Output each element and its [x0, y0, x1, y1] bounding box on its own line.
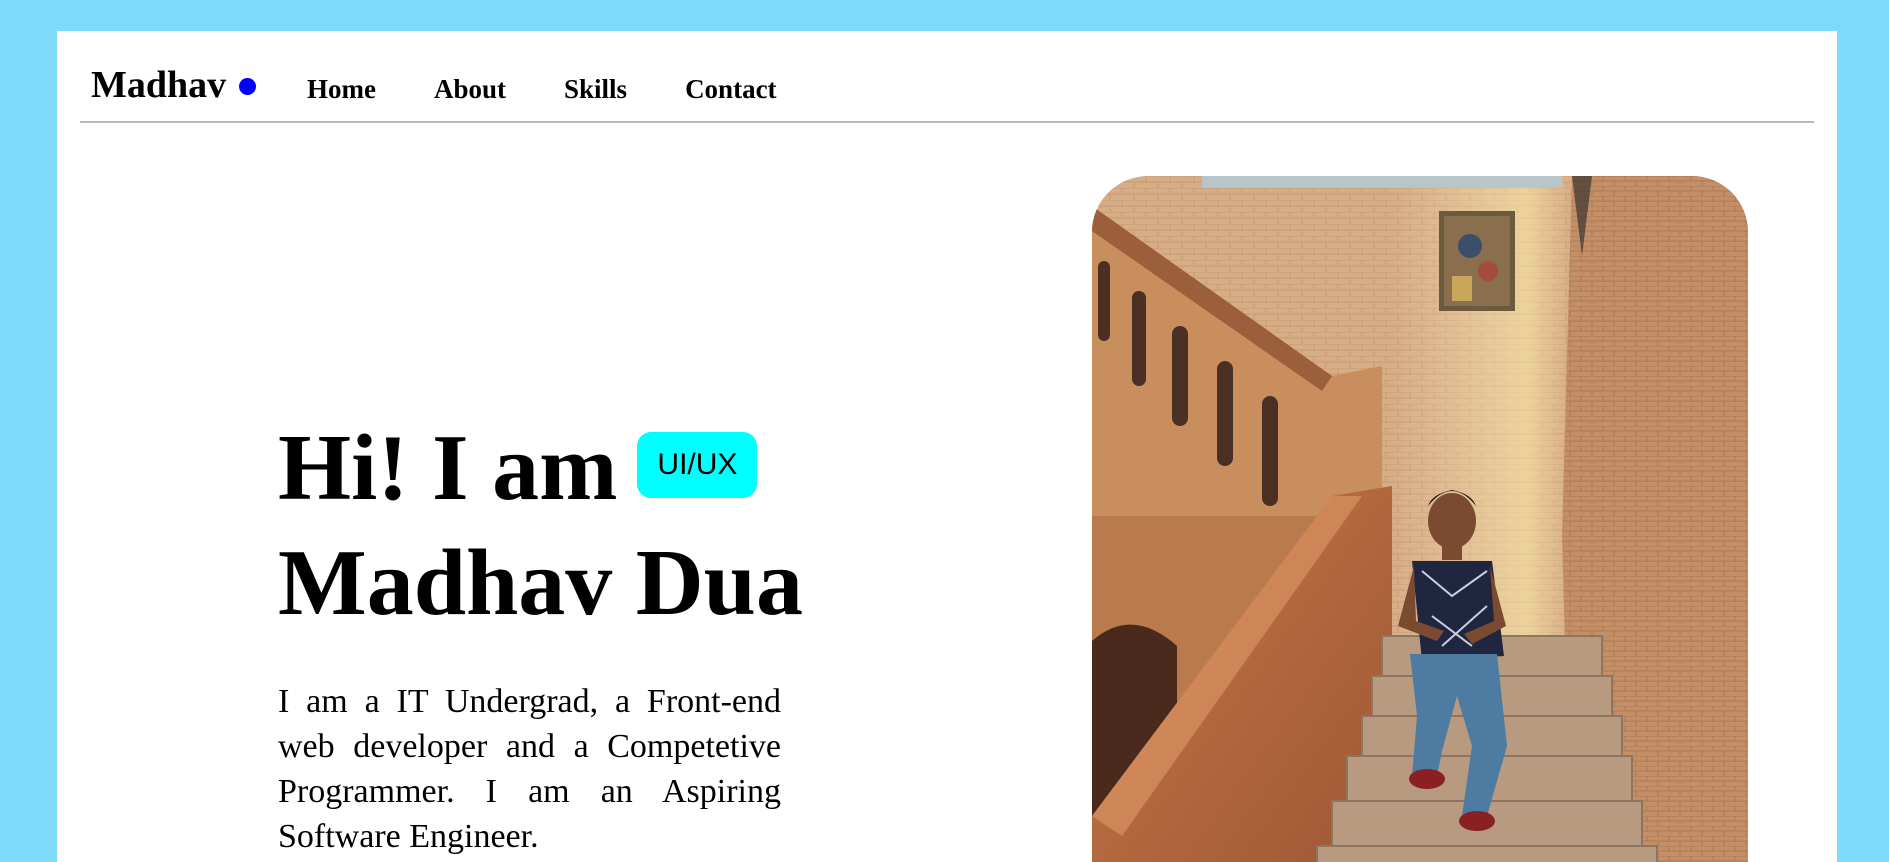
brand-logo[interactable]: Madhav [91, 63, 257, 107]
role-badge: UI/UX [637, 431, 758, 498]
nav-link-about[interactable]: About [434, 74, 506, 105]
navbar: Madhav Home About Skills Contact [80, 31, 1814, 123]
nav-link-home[interactable]: Home [307, 74, 376, 105]
hero-greeting-line: Hi! I am UI/UX [278, 411, 803, 526]
brand-dot-icon [239, 77, 257, 95]
brand-name: Madhav [91, 64, 227, 106]
hero-name: Madhav Dua [278, 531, 803, 635]
nav-links: Home About Skills Contact [307, 74, 835, 105]
nav-link-skills[interactable]: Skills [564, 74, 627, 105]
hero-description: I am a IT Undergrad, a Front-end web dev… [278, 683, 781, 855]
profile-photo [1092, 176, 1748, 862]
hero-title: Hi! I am UI/UX Madhav Dua [278, 411, 803, 641]
hero-greeting: Hi! I am [278, 416, 618, 520]
nav-link-contact[interactable]: Contact [685, 74, 776, 105]
page-card: Madhav Home About Skills Contact Hi! I a… [57, 31, 1837, 862]
